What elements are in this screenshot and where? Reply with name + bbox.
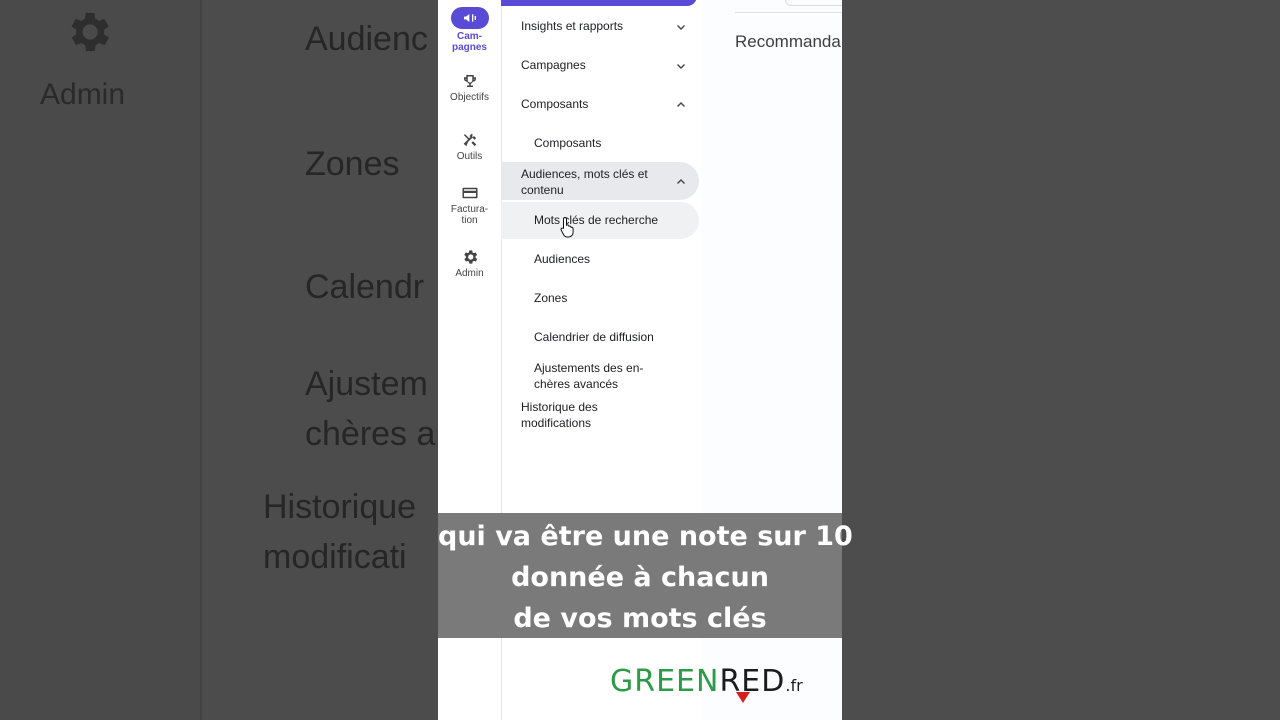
- nav-item-label: Historique des: [521, 400, 598, 414]
- nav-item-label: Ajustements des en-: [534, 361, 644, 375]
- rail-item-campagnes[interactable]: Cam- pagnes: [438, 7, 501, 53]
- chevron-down-icon: [677, 64, 685, 69]
- background-text: Zones: [305, 145, 400, 183]
- rail-item-objectifs[interactable]: Objectifs: [438, 72, 501, 103]
- background-admin-label: Admin: [40, 78, 126, 111]
- rail-active-pill: [450, 7, 489, 29]
- rail-label: Factura-: [450, 204, 489, 215]
- chevron-up-icon: [677, 179, 685, 184]
- background-text: modificati: [263, 538, 407, 576]
- background-text: chères a: [305, 415, 436, 453]
- rail-label: Objectifs: [450, 92, 489, 103]
- background-text: Ajustem: [305, 365, 428, 403]
- nav-item-zones[interactable]: Zones: [501, 290, 699, 308]
- nav-item-label: Calendrier de diffusion: [534, 330, 654, 344]
- nav-item-composants-group[interactable]: Composants: [501, 96, 699, 114]
- gear-icon: [463, 250, 477, 264]
- rail-label: Admin: [455, 268, 484, 279]
- nav-item-calendrier[interactable]: Calendrier de diffusion: [501, 329, 699, 347]
- caption-line: donnée à chacun: [511, 562, 769, 593]
- rail-label: pagnes: [451, 42, 487, 53]
- background-right: [842, 0, 1280, 720]
- rail-label: Outils: [456, 151, 483, 162]
- rail-item-facturation[interactable]: Factura- tion: [438, 184, 501, 226]
- nav-item-label: Insights et rapports: [521, 19, 624, 33]
- nav-item-label: Composants: [534, 136, 602, 150]
- rail-label: Cam-: [456, 31, 482, 42]
- nav-item-label: Zones: [534, 291, 568, 305]
- rail-item-outils[interactable]: Outils: [438, 131, 501, 162]
- nav-item-audiences[interactable]: Audiences: [501, 251, 699, 269]
- background-gear-icon: [71, 12, 110, 52]
- logo-red-text: RED: [719, 664, 786, 699]
- logo-suffix: .fr: [785, 676, 803, 695]
- logo-green-text: GREEN: [610, 664, 720, 699]
- subtitle-caption: qui va être une note sur 10 donnée à cha…: [438, 513, 853, 638]
- caption-line: qui va être une note sur 10: [438, 521, 853, 552]
- red-arrow-icon: [736, 692, 750, 703]
- greenred-logo: GREENRED.fr: [610, 664, 803, 704]
- chevron-up-icon: [677, 102, 685, 107]
- nav-item-campagnes[interactable]: Campagnes: [501, 57, 699, 75]
- nav-item-label: Campagnes: [521, 58, 586, 72]
- nav-item-ajustements[interactable]: Ajustements des en- chères avancés: [501, 360, 699, 392]
- nav-item-label: Composants: [521, 97, 589, 111]
- background-text: Historique: [263, 488, 417, 526]
- page-title: Recommanda: [735, 32, 841, 51]
- megaphone-icon: [463, 14, 476, 22]
- rail-label: tion: [461, 215, 478, 226]
- nav-item-historique[interactable]: Historique des modifications: [501, 399, 699, 431]
- nav-item-label: contenu: [521, 183, 564, 197]
- chevron-down-icon: [677, 25, 685, 30]
- nav-item-label: chères avancés: [534, 377, 619, 391]
- trophy-icon: [463, 75, 476, 87]
- nav-item-composants[interactable]: Composants: [501, 135, 699, 153]
- nav-item-mots-cles[interactable]: Mots clés de recherche: [501, 212, 699, 230]
- nav-item-audiences-group[interactable]: Audiences, mots clés et contenu: [501, 166, 699, 198]
- nav-item-insights[interactable]: Insights et rapports: [501, 18, 699, 36]
- selected-item-highlight: [501, 0, 697, 6]
- rail-item-admin[interactable]: Admin: [438, 248, 501, 279]
- nav-item-label: Audiences, mots clés et: [521, 167, 648, 181]
- background-left: Admin Audienc Zones Calendr Ajustem chèr…: [0, 0, 438, 720]
- background-text: Calendr: [305, 268, 425, 306]
- nav-item-label: Mots clés de recherche: [534, 213, 659, 227]
- nav-item-label: modifications: [521, 416, 592, 430]
- hand-cursor-icon: [560, 216, 574, 238]
- content-chip[interactable]: [785, 0, 842, 6]
- nav-item-label: Audiences: [534, 252, 591, 266]
- caption-line: de vos mots clés: [513, 603, 767, 634]
- background-text: Audienc: [305, 20, 428, 58]
- credit-card-icon: [462, 187, 477, 199]
- divider: [735, 12, 842, 13]
- tools-icon: [463, 133, 476, 147]
